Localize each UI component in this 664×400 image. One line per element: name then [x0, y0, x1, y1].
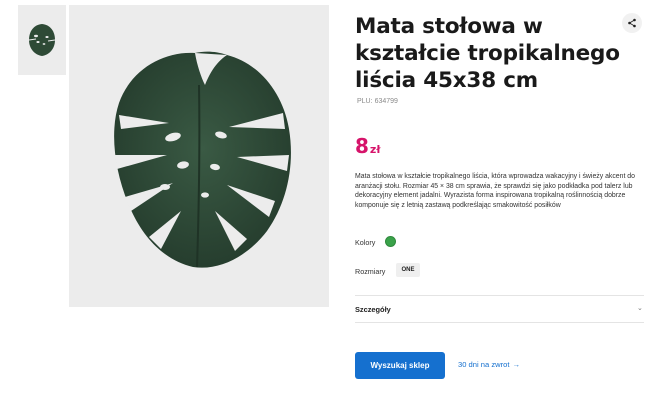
- share-button[interactable]: [622, 13, 642, 33]
- divider-bottom: [355, 322, 644, 323]
- return-policy-link[interactable]: 30 dni na zwrot →: [458, 360, 520, 369]
- main-product-image[interactable]: [69, 5, 329, 307]
- arrow-right-icon: →: [512, 360, 521, 369]
- price-amount: 8: [355, 134, 369, 158]
- product-description: Mata stołowa w kształcie tropikalnego li…: [355, 173, 635, 209]
- price-currency: zł: [369, 143, 381, 156]
- product-price: 8zł: [355, 134, 380, 158]
- search-store-button[interactable]: Wyszukaj sklep: [355, 352, 445, 379]
- return-link-label: 30 dni na zwrot: [458, 360, 510, 369]
- plu-label: PLU:: [357, 98, 373, 105]
- monstera-leaf-image: [114, 51, 291, 268]
- color-swatch-green[interactable]: [385, 236, 396, 247]
- leaf-thumbnail-icon: [28, 24, 56, 56]
- plu-value: 634799: [374, 98, 398, 105]
- product-plu: PLU: 634799: [355, 98, 398, 105]
- thumbnail-image[interactable]: [18, 5, 66, 75]
- colors-label: Kolory: [355, 238, 376, 247]
- share-icon: [628, 18, 636, 28]
- sizes-label: Rozmiary: [355, 267, 386, 276]
- details-accordion[interactable]: Szczegóły: [355, 305, 391, 314]
- divider-top: [355, 295, 644, 296]
- chevron-down-icon[interactable]: ⌄: [637, 304, 643, 312]
- size-option-one[interactable]: ONE: [396, 263, 420, 277]
- product-title: Mata stołowa w kształcie tropikalnego li…: [355, 14, 620, 93]
